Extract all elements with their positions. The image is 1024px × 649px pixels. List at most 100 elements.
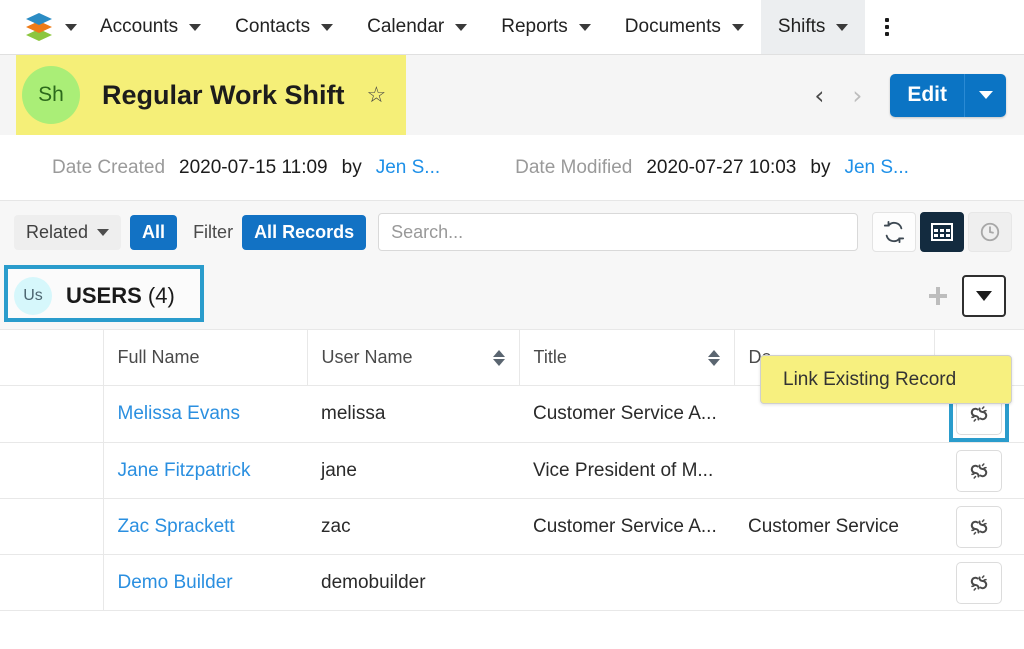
grid-view-button[interactable] bbox=[920, 212, 964, 252]
date-modified-label: Date Modified bbox=[515, 156, 633, 178]
kebab-dot bbox=[885, 18, 890, 22]
row-select-cell[interactable] bbox=[0, 442, 104, 499]
related-dropdown[interactable]: Related bbox=[14, 214, 122, 250]
refresh-button[interactable] bbox=[872, 212, 916, 252]
filter-label[interactable]: Filter bbox=[193, 222, 233, 243]
logo-chevron-down-icon[interactable] bbox=[65, 23, 77, 31]
column-header-user-name[interactable]: User Name bbox=[307, 329, 520, 386]
tab-accounts-label: Accounts bbox=[100, 16, 179, 37]
view-tool-group bbox=[872, 212, 1012, 252]
cell-title bbox=[519, 554, 734, 611]
search-input[interactable] bbox=[391, 221, 845, 243]
previous-record-button[interactable]: ‹ bbox=[800, 83, 838, 108]
tab-documents-label: Documents bbox=[624, 16, 721, 37]
chevron-down-icon bbox=[978, 91, 993, 99]
cell-full-name: Melissa Evans bbox=[103, 385, 307, 443]
cell-department bbox=[734, 554, 934, 611]
date-created-label: Date Created bbox=[52, 156, 166, 178]
users-panel-title-text: USERS bbox=[66, 283, 142, 308]
next-record-button[interactable]: › bbox=[838, 83, 876, 108]
related-dropdown-label: Related bbox=[26, 221, 89, 242]
tab-documents[interactable]: Documents bbox=[608, 0, 761, 54]
date-created-by-word: by bbox=[341, 156, 362, 178]
tab-reports-chevron-down-icon[interactable] bbox=[578, 23, 591, 31]
date-created-block: Date Created 2020-07-15 11:09 by Jen S..… bbox=[0, 157, 440, 179]
stacked-layers-icon bbox=[26, 13, 52, 41]
chevron-down-icon bbox=[976, 291, 992, 301]
tab-shifts-label: Shifts bbox=[777, 16, 826, 37]
cell-full-name: Zac Sprackett bbox=[103, 498, 307, 555]
unlink-icon bbox=[970, 462, 988, 479]
unlink-button[interactable] bbox=[956, 449, 1002, 492]
date-modified-value: 2020-07-27 10:03 bbox=[646, 156, 797, 178]
date-created-value: 2020-07-15 11:09 bbox=[179, 156, 328, 178]
sort-icon[interactable] bbox=[707, 349, 720, 366]
record-link[interactable]: Jane Fitzpatrick bbox=[118, 460, 251, 481]
cell-actions bbox=[934, 498, 1024, 555]
edit-button-group: Edit bbox=[890, 73, 1006, 117]
unlink-button[interactable] bbox=[956, 561, 1002, 604]
table-row[interactable]: Demo Builder demobuilder bbox=[0, 554, 1024, 611]
tab-shifts-chevron-down-icon[interactable] bbox=[836, 23, 849, 31]
record-link[interactable]: Melissa Evans bbox=[118, 403, 241, 424]
table-row[interactable]: Zac Sprackett zac Customer Service A... … bbox=[0, 498, 1024, 555]
activity-timeline-button[interactable] bbox=[968, 212, 1012, 252]
cell-full-name: Jane Fitzpatrick bbox=[103, 442, 307, 499]
more-menu-kebab-icon[interactable] bbox=[865, 0, 909, 54]
record-header: Sh Regular Work Shift ☆ ‹ › Edit bbox=[0, 55, 1024, 135]
unlink-icon bbox=[970, 518, 988, 535]
edit-dropdown-button[interactable] bbox=[964, 73, 1006, 117]
top-navbar: Accounts Contacts Calendar Reports Docum… bbox=[0, 0, 1024, 55]
tab-calendar-label: Calendar bbox=[367, 16, 445, 37]
all-records-badge[interactable]: All Records bbox=[242, 214, 367, 250]
tab-shifts[interactable]: Shifts bbox=[760, 0, 866, 54]
kebab-dot bbox=[885, 32, 890, 36]
sort-icon[interactable] bbox=[492, 349, 505, 366]
row-select-cell[interactable] bbox=[0, 498, 104, 555]
column-header-user-name-label: User Name bbox=[321, 347, 413, 367]
cell-user-name: zac bbox=[307, 498, 519, 555]
record-meta-row: Date Created 2020-07-15 11:09 by Jen S..… bbox=[0, 135, 1024, 201]
unlink-icon bbox=[970, 406, 988, 422]
panel-actions-dropdown-button[interactable] bbox=[962, 275, 1006, 317]
cell-actions bbox=[934, 442, 1024, 499]
column-header-full-name[interactable]: Full Name bbox=[103, 329, 308, 386]
tab-documents-chevron-down-icon[interactable] bbox=[731, 23, 744, 31]
favorite-star-icon[interactable]: ☆ bbox=[367, 84, 387, 106]
edit-button[interactable]: Edit bbox=[890, 73, 964, 117]
users-panel-title: USERS (4) bbox=[66, 283, 175, 309]
column-header-title-label: Title bbox=[533, 347, 567, 367]
grid-view-icon bbox=[931, 223, 953, 241]
tab-reports[interactable]: Reports bbox=[484, 0, 608, 54]
row-select-cell[interactable] bbox=[0, 554, 104, 611]
tab-contacts[interactable]: Contacts bbox=[218, 0, 350, 54]
record-header-actions: ‹ › Edit bbox=[800, 55, 1006, 135]
users-panel-badge: Us bbox=[14, 277, 52, 315]
unlink-button[interactable] bbox=[956, 505, 1002, 548]
refresh-icon bbox=[883, 221, 905, 243]
search-box[interactable] bbox=[378, 213, 858, 251]
date-modified-by-user[interactable]: Jen S... bbox=[844, 157, 908, 179]
column-header-title[interactable]: Title bbox=[519, 329, 735, 386]
table-row[interactable]: Jane Fitzpatrick jane Vice President of … bbox=[0, 442, 1024, 499]
record-link[interactable]: Demo Builder bbox=[118, 572, 233, 593]
add-record-button[interactable] bbox=[916, 275, 960, 317]
record-link[interactable]: Zac Sprackett bbox=[118, 516, 235, 537]
cell-title: Customer Service A... bbox=[519, 385, 734, 443]
tab-calendar-chevron-down-icon[interactable] bbox=[455, 23, 468, 31]
tab-contacts-chevron-down-icon[interactable] bbox=[321, 23, 334, 31]
date-modified-by-word: by bbox=[810, 156, 831, 178]
all-badge[interactable]: All bbox=[130, 214, 178, 250]
cell-full-name: Demo Builder bbox=[103, 554, 307, 611]
date-created-by-user[interactable]: Jen S... bbox=[376, 157, 440, 179]
sugar-logo-icon[interactable] bbox=[22, 10, 56, 44]
cell-actions bbox=[934, 554, 1024, 611]
kebab-dot bbox=[885, 25, 890, 29]
tab-accounts-chevron-down-icon[interactable] bbox=[189, 23, 202, 31]
row-select-cell[interactable] bbox=[0, 385, 104, 443]
tab-accounts[interactable]: Accounts bbox=[83, 0, 218, 54]
tab-calendar[interactable]: Calendar bbox=[350, 0, 484, 54]
plus-icon bbox=[929, 287, 947, 305]
users-panel-title-wrap[interactable]: Us USERS (4) bbox=[0, 277, 175, 315]
logo-menu[interactable] bbox=[0, 0, 83, 54]
